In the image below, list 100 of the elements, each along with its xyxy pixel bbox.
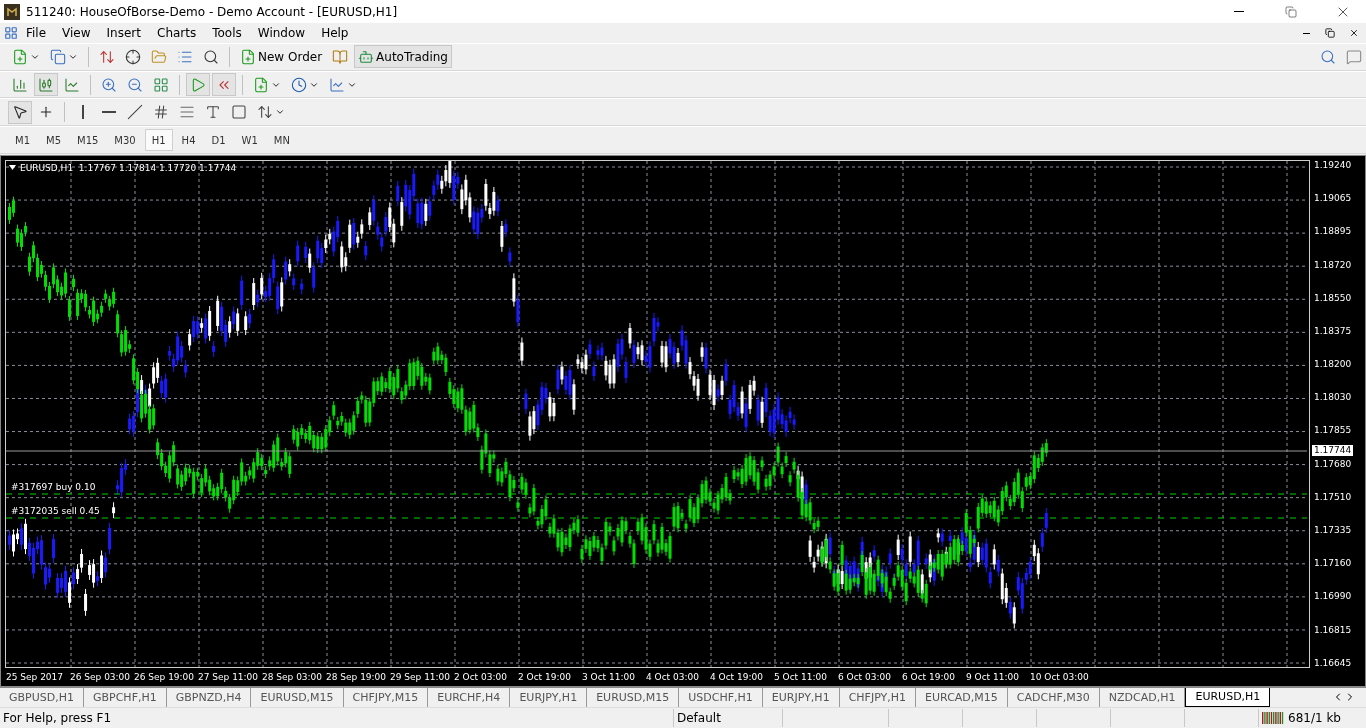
order-label: #317697 buy 0.10: [11, 481, 96, 492]
chart-tab[interactable]: USDCHF,H1: [679, 687, 763, 707]
minimize-icon: [1234, 11, 1244, 12]
new-order-button[interactable]: New Order: [236, 45, 327, 69]
price-label: 1.17510: [1314, 491, 1353, 502]
time-label: 9 Oct 11:00: [966, 671, 1020, 682]
chart-tab[interactable]: EURCHF,H4: [428, 687, 511, 707]
chart-tab[interactable]: CHFJPY,H1: [839, 687, 917, 707]
file-plus-icon: [253, 76, 269, 93]
chart-tab[interactable]: CADCHF,M30: [1007, 687, 1100, 707]
time-label: 27 Sep 11:00: [198, 671, 260, 682]
menu-item[interactable]: Window: [249, 26, 314, 40]
timeframe-button[interactable]: M15: [70, 129, 106, 152]
traffic-text: 681/1 kb: [1288, 711, 1341, 725]
file-plus-icon: [12, 48, 28, 65]
play-icon: [190, 76, 206, 93]
time-label: 26 Sep 19:00: [134, 671, 196, 682]
timeframe-button[interactable]: W1: [234, 129, 265, 152]
chart-window-icon[interactable]: [4, 26, 18, 40]
timeframe-button[interactable]: H1: [144, 129, 173, 152]
folder-icon: [151, 48, 167, 65]
chart-shift-button[interactable]: [212, 73, 236, 97]
price-label: 1.18375: [1314, 325, 1353, 336]
menu-item[interactable]: Tools: [204, 26, 250, 40]
chart-tab[interactable]: EURUSD,M15: [587, 687, 680, 707]
chart-tab[interactable]: CHFJPY,M15: [343, 687, 429, 707]
auto-trading-button[interactable]: AutoTrading: [354, 45, 452, 69]
menu-item[interactable]: Insert: [98, 26, 149, 40]
text-icon: [205, 104, 221, 121]
chart-tab[interactable]: EURJPY,H1: [762, 687, 840, 707]
price-label: 1.19240: [1314, 159, 1353, 170]
time-label: 6 Oct 19:00: [902, 671, 956, 682]
chart-tab[interactable]: GBPNZD,H4: [166, 687, 252, 707]
clock-icon: [291, 76, 307, 93]
chart-tab[interactable]: EURJPY,H1: [510, 687, 588, 707]
chart-header: EURUSD,H1 1.17767 1.17814 1.17720 1.17744: [20, 162, 237, 173]
label-icon: [231, 104, 247, 121]
price-label: 1.18200: [1314, 359, 1353, 370]
timeframe-button[interactable]: D1: [204, 129, 233, 152]
robot-icon: [358, 48, 375, 65]
arrows-icon: [99, 48, 115, 65]
timeframe-button[interactable]: M5: [39, 129, 68, 152]
chart-window-icon: [329, 76, 345, 93]
chart-tab[interactable]: EURUSD,M15: [251, 687, 344, 707]
time-label: 3 Oct 11:00: [582, 671, 636, 682]
time-label: 26 Sep 03:00: [70, 671, 132, 682]
app-logo: [4, 3, 20, 20]
menu-item[interactable]: File: [18, 26, 55, 40]
price-label: 1.17680: [1314, 458, 1353, 469]
book-icon: [332, 48, 349, 65]
time-label: 5 Oct 11:00: [774, 671, 828, 682]
vertical-line-icon: [82, 105, 84, 120]
chat-icon: [1346, 48, 1362, 65]
timeframe-button[interactable]: M1: [8, 129, 37, 152]
windows-icon: [50, 48, 66, 65]
chart-type-button[interactable]: [34, 73, 58, 97]
connection-bars-icon: [1262, 712, 1284, 724]
window-title: 511240: HouseOfBorse-Demo - Demo Account - [EURUSD,H1]: [26, 4, 399, 19]
price-label: 1.17855: [1314, 425, 1353, 436]
channel-icon: [153, 104, 169, 121]
close-icon: [1349, 28, 1359, 38]
price-label: 1.16645: [1314, 657, 1353, 668]
cursor-icon: [12, 104, 28, 121]
minimize-icon: [1302, 32, 1310, 34]
crosshair-icon: [125, 48, 141, 65]
price-label: 1.17335: [1314, 525, 1353, 535]
time-label: 10 Oct 03:00: [1030, 671, 1090, 682]
dropdown-triangle-icon[interactable]: [9, 165, 16, 171]
restore-icon: [1325, 28, 1335, 38]
candlestick-icon: [38, 76, 54, 93]
timeframe-button[interactable]: M30: [107, 129, 143, 152]
timeframe-button[interactable]: MN: [266, 129, 297, 152]
chart-tab[interactable]: GBPCHF,H1: [84, 687, 167, 707]
menu-item[interactable]: View: [54, 26, 99, 40]
time-label: 4 Oct 19:00: [710, 671, 764, 682]
order-label: #3172035 sell 0.45: [11, 505, 100, 516]
chart-tab[interactable]: GBPUSD,H1: [0, 687, 84, 707]
menu-item[interactable]: Help: [313, 26, 357, 40]
chart-tab[interactable]: EURCAD,M15: [916, 687, 1008, 707]
time-label: 2 Oct 03:00: [454, 671, 508, 682]
zoom-out-icon: [127, 76, 143, 93]
timeframe-button[interactable]: H4: [174, 129, 203, 152]
menu-item[interactable]: Charts: [149, 26, 205, 40]
grid-icon: [153, 76, 169, 93]
status-profile: Default: [677, 711, 721, 725]
status-help: For Help, press F1: [3, 711, 112, 725]
zoom-in-icon: [101, 76, 117, 93]
search-icon: [1320, 48, 1336, 65]
time-label: 4 Oct 03:00: [646, 671, 700, 682]
price-label: 1.19065: [1314, 193, 1353, 204]
time-label: 25 Sep 2017: [6, 671, 65, 682]
price-label: 1.18030: [1314, 392, 1353, 403]
price-label: 1.18895: [1314, 226, 1353, 237]
price-label: 1.18550: [1314, 292, 1353, 303]
price-label: 1.16815: [1314, 624, 1353, 635]
tool-button[interactable]: [8, 100, 32, 124]
chart-tab[interactable]: EURUSD,H1: [1185, 687, 1271, 707]
price-label: 1.17160: [1314, 558, 1353, 569]
file-plus-icon: [240, 48, 256, 65]
time-label: 6 Oct 03:00: [838, 671, 892, 682]
